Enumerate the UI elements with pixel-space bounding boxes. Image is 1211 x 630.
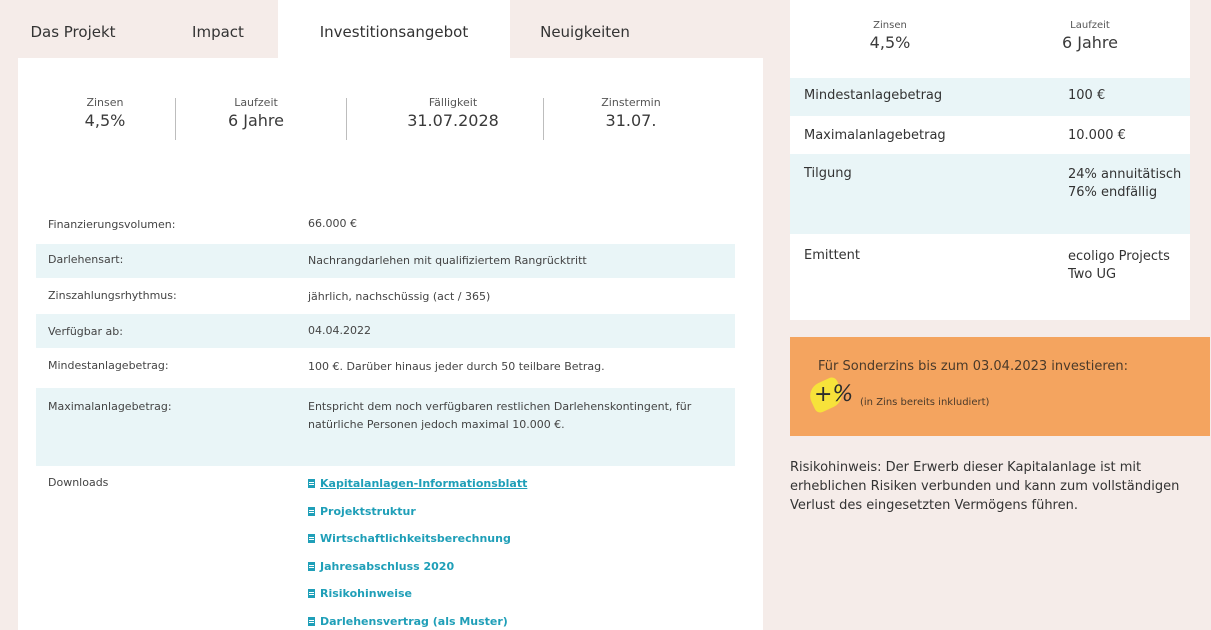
kpi-label: Zinsen [86,96,124,109]
detail-key: Darlehensart: [48,253,124,266]
divider [346,98,347,140]
summary-value: ecoligo Projects Two UG [1068,249,1170,282]
kpi-label: Laufzeit [1070,20,1110,31]
kpi-zinsen: Zinsen 4,5% [60,96,150,130]
detail-key: Maximalanlagebetrag: [48,400,172,413]
detail-value: Nachrangdarlehen mit qualifiziertem Rang… [308,254,587,267]
summary-row: Emittent ecoligo Projects Two UG [790,236,1190,316]
downloads-label: Downloads [48,476,109,489]
summary-key: Mindestanlagebetrag [804,88,943,103]
summary-row: Mindestanlagebetrag 100 € [790,78,1190,116]
summary-value: 100 € [1068,88,1106,103]
detail-value: 04.04.2022 [308,324,371,337]
summary-key: Tilgung [804,166,852,181]
detail-key: Verfügbar ab: [48,325,123,338]
promo-note: (in Zins bereits inkludiert) [860,397,990,408]
summary-value: 24% annuitätisch 76% endfällig [1068,167,1182,200]
summary-row: Maximalanlagebetrag 10.000 € [790,116,1190,154]
detail-value: jährlich, nachschüssig (act / 365) [308,290,491,303]
tab-impact[interactable]: Impact [163,0,273,58]
download-link[interactable]: Darlehensvertrag (als Muster) [308,615,508,628]
kpi-label: Zinstermin [601,96,661,109]
detail-key: Mindestanlagebetrag: [48,359,169,372]
detail-row: Verfügbar ab: 04.04.2022 [36,314,735,348]
summary-kpi-laufzeit: Laufzeit 6 Jahre [1030,20,1150,52]
detail-row: Mindestanlagebetrag: 100 €. Darüber hina… [36,350,735,382]
tab-das-projekt[interactable]: Das Projekt [18,0,128,58]
detail-row: Maximalanlagebetrag: Entspricht dem noch… [36,388,735,466]
promo-text: Für Sonderzins bis zum 03.04.2023 invest… [818,359,1128,374]
file-icon [308,589,315,598]
detail-value: 100 €. Darüber hinaus jeder durch 50 tei… [308,360,605,373]
tab-bar: Das Projekt Impact Investitionsangebot N… [18,0,763,58]
risk-notice: Risikohinweis: Der Erwerb dieser Kapital… [790,460,1180,513]
file-icon [308,562,315,571]
divider [175,98,176,140]
divider [543,98,544,140]
detail-row: Darlehensart: Nachrangdarlehen mit quali… [36,244,735,278]
file-icon [308,534,315,543]
kpi-value: 6 Jahre [228,111,284,130]
detail-row: Finanzierungsvolumen: 66.000 € [36,209,735,241]
kpi-label: Laufzeit [234,96,278,109]
investment-panel: Zinsen 4,5% Laufzeit 6 Jahre Fälligkeit … [18,58,763,630]
kpi-value: 4,5% [84,111,126,130]
summary-card: Zinsen 4,5% Laufzeit 6 Jahre Mindestanla… [790,0,1190,320]
kpi-faelligkeit: Fälligkeit 31.07.2028 [378,96,528,130]
kpi-value: 4,5% [869,33,911,52]
kpi-value: 6 Jahre [1062,33,1118,52]
detail-value: Entspricht dem noch verfügbaren restlich… [308,400,692,431]
detail-key: Finanzierungsvolumen: [48,218,176,231]
kpi-laufzeit: Laufzeit 6 Jahre [201,96,311,130]
kpi-value: 31.07.2028 [407,111,499,130]
download-link[interactable]: Kapitalanlagen-Informationsblatt [308,477,527,490]
file-icon [308,507,315,516]
summary-row: Tilgung 24% annuitätisch 76% endfällig [790,154,1190,234]
summary-kpi-zinsen: Zinsen 4,5% [830,20,950,52]
file-icon [308,479,315,488]
detail-key: Zinszahlungsrhythmus: [48,289,177,302]
kpi-label: Fälligkeit [428,96,478,109]
detail-value: 66.000 € [308,217,357,230]
detail-row: Zinszahlungsrhythmus: jährlich, nachschü… [36,280,735,312]
kpi-label: Zinsen [873,20,907,31]
file-icon [308,617,315,626]
tab-investitionsangebot[interactable]: Investitionsangebot [278,0,510,58]
special-interest-banner: Für Sonderzins bis zum 03.04.2023 invest… [790,337,1210,436]
download-link[interactable]: Jahresabschluss 2020 [308,560,454,573]
summary-key: Emittent [804,248,861,263]
summary-value: 10.000 € [1068,128,1126,143]
kpi-zinstermin: Zinstermin 31.07. [576,96,686,130]
download-link[interactable]: Projektstruktur [308,505,416,518]
download-link[interactable]: Wirtschaftlichkeitsberechnung [308,532,511,545]
kpi-value: 31.07. [605,111,657,130]
download-link[interactable]: Risikohinweise [308,587,412,600]
summary-key: Maximalanlagebetrag [804,128,946,143]
tab-neuigkeiten[interactable]: Neuigkeiten [510,0,660,58]
bonus-percent-badge: +% [814,382,854,407]
